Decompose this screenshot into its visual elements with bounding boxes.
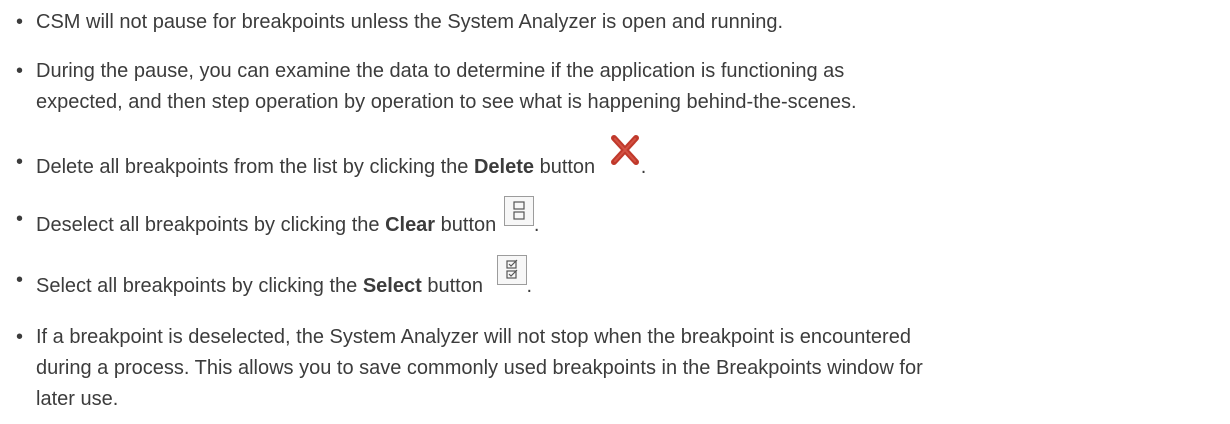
- item-text-line: later use.: [36, 388, 119, 410]
- bullet-marker: •: [16, 208, 24, 230]
- list-item: • Deselect all breakpoints by clicking t…: [8, 196, 1208, 236]
- bullet-marker: •: [16, 151, 24, 173]
- clear-label: Clear: [385, 214, 436, 236]
- item-text: Deselect all breakpoints by clicking the: [36, 214, 386, 236]
- item-text: button: [421, 275, 483, 297]
- select-label: Select: [362, 275, 422, 297]
- item-text-line: expected, and then step operation by ope…: [36, 91, 857, 113]
- list-item: • Delete all breakpoints from the list b…: [8, 135, 1208, 178]
- bullet-marker: •: [16, 11, 24, 33]
- list-item: • CSM will not pause for breakpoints unl…: [8, 7, 1208, 38]
- item-text-line: If a breakpoint is deselected, the Syste…: [36, 326, 911, 348]
- item-end-period: .: [533, 214, 540, 236]
- bullet-marker: •: [16, 269, 24, 291]
- select-checkbox-icon[interactable]: [496, 255, 527, 285]
- list-item: • Select all breakpoints by clicking the…: [8, 255, 1208, 297]
- item-text: Delete all breakpoints from the list by …: [36, 156, 474, 178]
- list-item: • During the pause, you can examine the …: [8, 56, 1208, 118]
- item-text-line: During the pause, you can examine the da…: [36, 60, 845, 82]
- bullet-marker: •: [16, 326, 24, 348]
- bullet-marker: •: [16, 60, 24, 82]
- item-text: button: [534, 156, 596, 178]
- delete-x-icon[interactable]: [609, 135, 641, 175]
- clear-checkbox-icon[interactable]: [503, 196, 534, 226]
- list-item: • If a breakpoint is deselected, the Sys…: [8, 322, 1208, 415]
- delete-label: Delete: [473, 156, 535, 178]
- item-text: button: [435, 214, 497, 236]
- item-end-period: .: [640, 156, 647, 178]
- item-text: CSM will not pause for breakpoints unles…: [36, 11, 784, 33]
- item-text: Select all breakpoints by clicking the: [36, 275, 363, 297]
- item-end-period: .: [526, 275, 533, 297]
- item-text-line: during a process. This allows you to sav…: [36, 357, 923, 379]
